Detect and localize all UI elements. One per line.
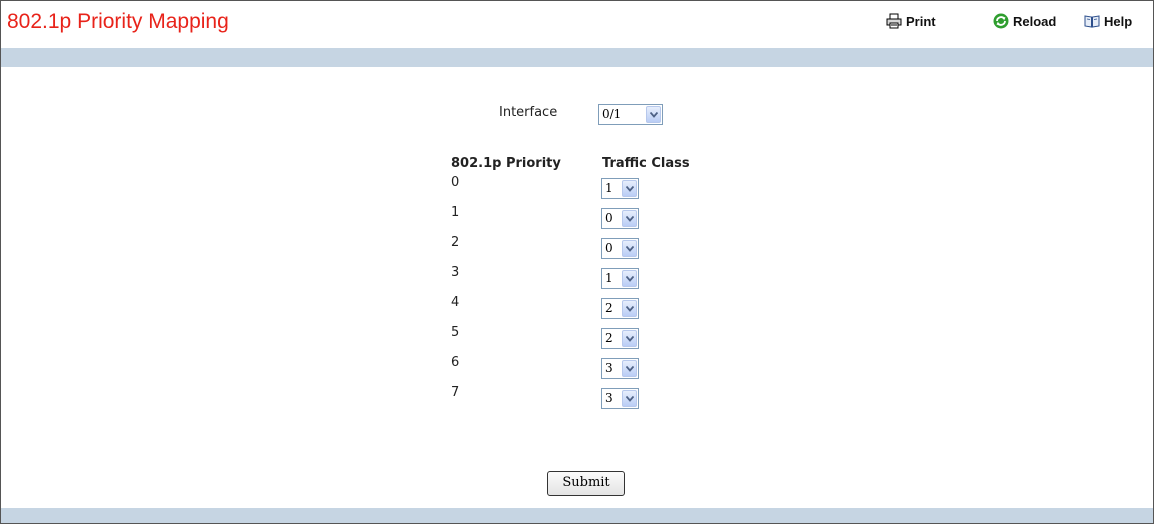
traffic-class-value: 1 <box>605 181 613 195</box>
priority-value-0: 0 <box>451 175 460 190</box>
priority-value-3: 3 <box>451 265 460 280</box>
priority-value-2: 2 <box>451 235 460 250</box>
traffic-class-select-7[interactable]: 3 <box>601 388 639 409</box>
submit-button[interactable]: Submit <box>547 471 625 496</box>
chevron-down-icon <box>622 360 637 377</box>
traffic-class-select-1[interactable]: 0 <box>601 208 639 229</box>
interface-label: Interface <box>499 105 558 120</box>
traffic-class-value: 3 <box>605 361 613 375</box>
chevron-down-icon <box>622 330 637 347</box>
traffic-class-value: 0 <box>605 211 613 225</box>
reload-button[interactable]: Reload <box>993 13 1056 29</box>
chevron-down-icon <box>622 390 637 407</box>
footer-band <box>1 508 1153 523</box>
traffic-class-select-4[interactable]: 2 <box>601 298 639 319</box>
print-button[interactable]: Print <box>886 13 936 29</box>
reload-icon <box>993 13 1009 29</box>
chevron-down-icon <box>646 106 661 123</box>
traffic-class-value: 0 <box>605 241 613 255</box>
header-band <box>1 48 1153 67</box>
traffic-class-column-header: Traffic Class <box>602 156 690 171</box>
toolbar: Print Reload Help <box>1 13 1153 33</box>
priority-value-7: 7 <box>451 385 460 400</box>
help-button[interactable]: Help <box>1084 13 1132 29</box>
priority-value-5: 5 <box>451 325 460 340</box>
page-frame: 802.1p Priority Mapping Print Reload Hel… <box>0 0 1154 524</box>
traffic-class-select-5[interactable]: 2 <box>601 328 639 349</box>
interface-select[interactable]: 0/1 <box>598 104 663 125</box>
print-label: Print <box>906 13 936 29</box>
chevron-down-icon <box>622 180 637 197</box>
traffic-class-select-3[interactable]: 1 <box>601 268 639 289</box>
chevron-down-icon <box>622 270 637 287</box>
interface-select-value: 0/1 <box>602 107 622 121</box>
traffic-class-select-2[interactable]: 0 <box>601 238 639 259</box>
printer-icon <box>886 13 902 29</box>
traffic-class-value: 2 <box>605 331 613 345</box>
traffic-class-select-0[interactable]: 1 <box>601 178 639 199</box>
help-label: Help <box>1104 13 1133 29</box>
reload-label: Reload <box>1013 13 1057 29</box>
priority-value-6: 6 <box>451 355 460 370</box>
traffic-class-value: 1 <box>605 271 613 285</box>
traffic-class-value: 2 <box>605 301 613 315</box>
traffic-class-select-6[interactable]: 3 <box>601 358 639 379</box>
chevron-down-icon <box>622 300 637 317</box>
chevron-down-icon <box>622 210 637 227</box>
traffic-class-value: 3 <box>605 391 613 405</box>
help-book-icon <box>1084 13 1100 29</box>
priority-value-4: 4 <box>451 295 460 310</box>
priority-column-header: 802.1p Priority <box>451 156 561 171</box>
chevron-down-icon <box>622 240 637 257</box>
priority-value-1: 1 <box>451 205 460 220</box>
